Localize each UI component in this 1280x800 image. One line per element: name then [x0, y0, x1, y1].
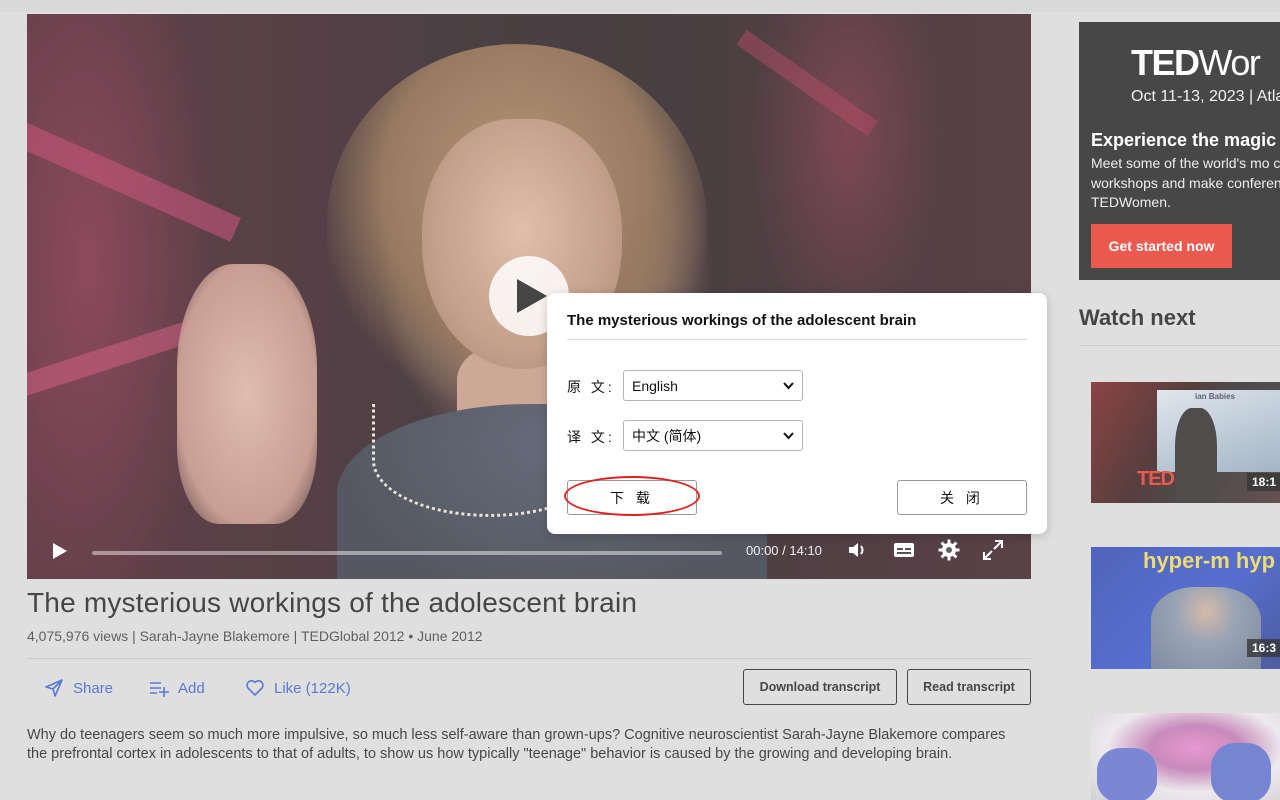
chevron-down-icon [783, 431, 794, 439]
target-language-value: 中文 (简体) [632, 427, 702, 444]
source-language-value: English [632, 377, 678, 394]
subtitle-download-dialog: The mysterious workings of the adolescen… [547, 293, 1047, 534]
close-button[interactable]: 关 闭 [897, 480, 1027, 515]
source-language-select[interactable]: English [623, 370, 803, 401]
source-language-label: 原 文: [567, 379, 615, 395]
dialog-title: The mysterious workings of the adolescen… [567, 312, 917, 329]
download-button[interactable]: 下 载 [567, 480, 697, 515]
target-language-label: 译 文: [567, 429, 615, 445]
chevron-down-icon [783, 381, 794, 389]
target-language-select[interactable]: 中文 (简体) [623, 420, 803, 451]
dialog-divider [567, 339, 1027, 340]
